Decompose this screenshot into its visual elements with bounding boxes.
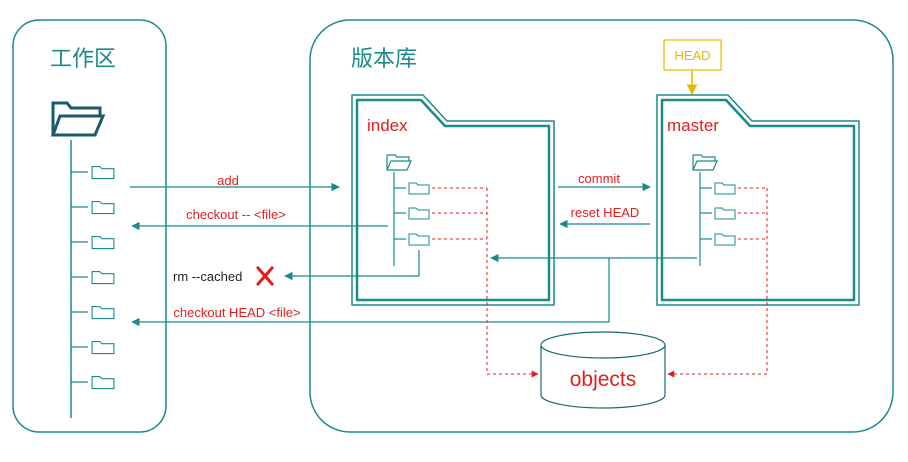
repository-title: 版本库	[351, 46, 417, 71]
rm-cached-label: rm --cached	[173, 269, 242, 284]
workspace-file-tree	[71, 165, 115, 390]
rm-cached-arrow: rm --cached	[173, 250, 420, 286]
workspace-title: 工作区	[50, 46, 116, 71]
commit-label: commit	[578, 171, 620, 186]
folder-icon	[91, 270, 115, 285]
folder-open-icon	[692, 154, 718, 171]
folder-icon	[408, 182, 430, 195]
folder-icon	[408, 207, 430, 220]
checkout-head-file-label: checkout HEAD <file>	[173, 305, 300, 320]
commit-arrow: commit	[558, 171, 651, 192]
checkout-head-file-arrow: checkout HEAD <file>	[131, 258, 610, 327]
folder-icon	[91, 200, 115, 215]
git-diagram: 工作区 版本库 index master HEAD objects add ch…	[12, 19, 894, 433]
index-folder: index	[351, 94, 555, 306]
add-label: add	[217, 173, 239, 188]
folder-open-icon	[386, 154, 412, 171]
folder-icon	[91, 340, 115, 355]
master-folder: master	[656, 94, 860, 306]
folder-icon	[408, 233, 430, 246]
folder-icon	[91, 305, 115, 320]
reset-head-label: reset HEAD	[571, 205, 640, 220]
reset-head-arrow: reset HEAD	[559, 205, 650, 229]
head-box: HEAD	[663, 39, 722, 96]
cross-icon	[256, 266, 274, 286]
master-label: master	[667, 116, 719, 135]
index-label: index	[367, 116, 408, 135]
folder-icon	[714, 182, 736, 195]
index-object-links	[432, 187, 539, 378]
folder-icon	[91, 375, 115, 390]
head-label: HEAD	[674, 48, 710, 63]
checkout-file-arrow: checkout -- <file>	[131, 207, 388, 231]
objects-label: objects	[570, 368, 637, 391]
folder-icon	[714, 233, 736, 246]
folder-icon	[91, 165, 115, 180]
folder-icon	[91, 235, 115, 250]
add-arrow: add	[130, 173, 340, 192]
folder-icon	[714, 207, 736, 220]
checkout-file-label: checkout -- <file>	[186, 207, 286, 222]
cylinder-icon: objects	[540, 331, 666, 409]
folder-open-icon	[50, 101, 106, 137]
